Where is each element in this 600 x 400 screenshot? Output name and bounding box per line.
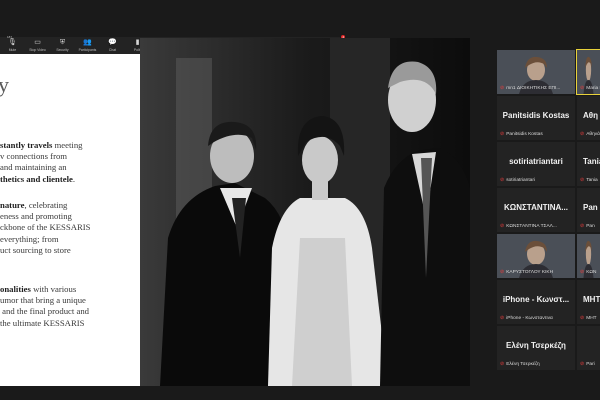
toolbar-label: Stop Video [29,48,46,52]
mic-muted-icon: ⊘ [500,269,505,275]
participant-tile[interactable]: ⊘ mn1 ΔΙΟΙΚΗΤΙΚΗΣ ΕΠΙ... [497,50,575,94]
participant-label: ⊘ mn1 ΔΙΟΙΚΗΤΙΚΗΣ ΕΠΙ... [500,85,560,91]
participant-label-text: Ελένη Τσερκέζη [506,361,540,367]
shield-icon: ⛨ [59,39,66,46]
participant-tile[interactable]: iPhone - Κωνστ... ⊘ iPhone - Κωνσταντινα [497,280,575,324]
mic-muted-icon: ⊘ [500,361,505,367]
participant-label: ⊘ ΚΩΝΣΤΑΝΤΙΝΑ ΤΣΑΛ... [500,223,557,229]
participant-name: sotiriatriantari [509,157,563,166]
participant-label: ⊘ ΜΗΤ [580,315,597,321]
participant-label-text: Tania [586,177,598,183]
participant-tile[interactable]: ⊘ ΚΩΝ [577,234,600,278]
mic-muted-icon: ⊘ [500,177,505,183]
toolbar-label: Chat [108,48,117,52]
mic-muted-icon: ⊘ [580,131,585,137]
participant-tile[interactable]: ⊘ Pari [577,326,600,370]
participant-tile[interactable]: ΚΩΝΣΤΑΝΤΙΝΑ... ⊘ ΚΩΝΣΤΑΝΤΙΝΑ ΤΣΑΛ... [497,188,575,232]
participant-label: ⊘Maria K [580,85,600,91]
participant-label: ⊘ Panitsidis Kostas [500,131,543,137]
participant-name: Pan [583,203,598,212]
participant-tile[interactable]: Tania⊘Tania [577,142,600,186]
participant-name: Tania [583,157,600,166]
participant-label-text: iPhone - Κωνσταντινα [506,315,553,321]
participant-label-text: Panitsidis Kostas [506,131,543,137]
slide-paragraph-3: onalities with various umor that bring a… [0,284,90,328]
shared-photo [140,38,470,386]
mic-muted-icon: ⊘ [500,85,505,91]
participants-button[interactable]: 👥 187 Participants [7,35,100,54]
toolbar-label: Security [56,48,69,52]
participant-tile[interactable]: sotiriatriantari ⊘ sotiriatriantari [497,142,575,186]
participant-label: ⊘ Pari [580,361,595,367]
mic-muted-icon: ⊘ [580,177,585,183]
participant-tile[interactable]: Ελένη Τσερκέζη ⊘ Ελένη Τσερκέζη [497,326,575,370]
chat-button[interactable]: 💬 4 Chat [100,35,345,54]
mic-muted-icon: ⊘ [500,131,505,137]
participant-label-text: ΚΑΡΥΣΤΟΓΛΟΥ ΚΙΚΗ [506,269,554,275]
participant-label-text: mn1 ΔΙΟΙΚΗΤΙΚΗΣ ΕΠΙ... [506,85,561,91]
participant-label-text: Maria K [586,85,600,91]
participant-tile[interactable]: Pan ⊘ Pan [577,188,600,232]
participant-tile[interactable]: ⊘ ΚΑΡΥΣΤΟΓΛΟΥ ΚΙΚΗ [497,234,575,278]
mic-muted-icon: ⊘ [500,315,505,321]
participant-label-text: sotiriatriantari [506,177,535,183]
participant-label: ⊘ Ελένη Τσερκέζη [500,361,540,367]
mic-button[interactable]: 🎙 Mute [0,37,25,54]
participant-label-text: Pan [586,223,595,229]
slide-title: y [0,72,9,97]
slide-paragraph-2: nature, celebrating eness and promoting … [0,200,91,255]
mic-muted-icon: ⊘ [580,223,585,229]
participant-label: ⊘ ΚΩΝ [580,269,596,275]
participants-icon: 👥 [83,39,92,46]
shield-button[interactable]: ⛨ Security [50,37,75,54]
participant-name: Αθη [583,111,598,120]
participant-label: ⊘ sotiriatriantari [500,177,535,183]
mic-icon: 🎙 [8,39,17,46]
mic-muted-icon: ⊘ [580,269,585,275]
participant-label: ⊘ Αθηνά [580,131,600,137]
participant-name: ΜΗΤ [583,295,600,304]
participant-gallery: ⊘mn1 ΔΙΟΙΚΗΤΙΚΗΣ ΕΠΙ...⊘Maria KPanitsidi… [497,49,600,374]
participant-label-text: Pari [586,361,595,367]
participant-tile[interactable]: ⊘Maria K [576,49,600,95]
mic-muted-icon: ⊘ [580,85,585,91]
participant-count: 187 [7,35,13,39]
mic-muted-icon: ⊘ [500,223,505,229]
mic-muted-icon: ⊘ [580,315,585,321]
participant-tile[interactable]: Αθη ⊘ Αθηνά [577,96,600,140]
chat-icon: 💬 [108,39,117,46]
polls-icon: ▮ [135,39,140,46]
toolbar-label: Mute [8,48,17,52]
participant-label-text: ΜΗΤ [586,315,597,321]
participant-label-text: ΚΩΝΣΤΑΝΤΙΝΑ ΤΣΑΛ... [506,223,557,229]
participant-label-text: ΚΩΝ [586,269,597,275]
video-button[interactable]: ▭ Stop Video [25,37,50,54]
participant-label: ⊘ iPhone - Κωνσταντινα [500,315,553,321]
participant-label: ⊘ Tania [580,177,598,183]
toolbar-label: Participants [78,48,97,52]
mic-muted-icon: ⊘ [580,361,585,367]
participant-name: Panitsidis Kostas [502,111,570,120]
participant-name: ΚΩΝΣΤΑΝΤΙΝΑ... [504,203,568,212]
shared-slide: y stantly travels meeting v connections … [0,54,140,386]
video-icon: ▭ [34,39,41,46]
participant-tile[interactable]: Panitsidis Kostas ⊘ Panitsidis Kostas [497,96,575,140]
participant-tile[interactable]: ΜΗΤ ⊘ ΜΗΤ [577,280,600,324]
participant-name: Ελένη Τσερκέζη [506,341,566,350]
slide-paragraph-1: stantly travels meeting v connections fr… [0,140,83,184]
participant-name: iPhone - Κωνστ... [502,295,570,304]
participant-label-text: Αθηνά [586,131,600,137]
participant-label: ⊘ ΚΑΡΥΣΤΟΓΛΟΥ ΚΙΚΗ [500,269,553,275]
participant-label: ⊘ Pan [580,223,595,229]
